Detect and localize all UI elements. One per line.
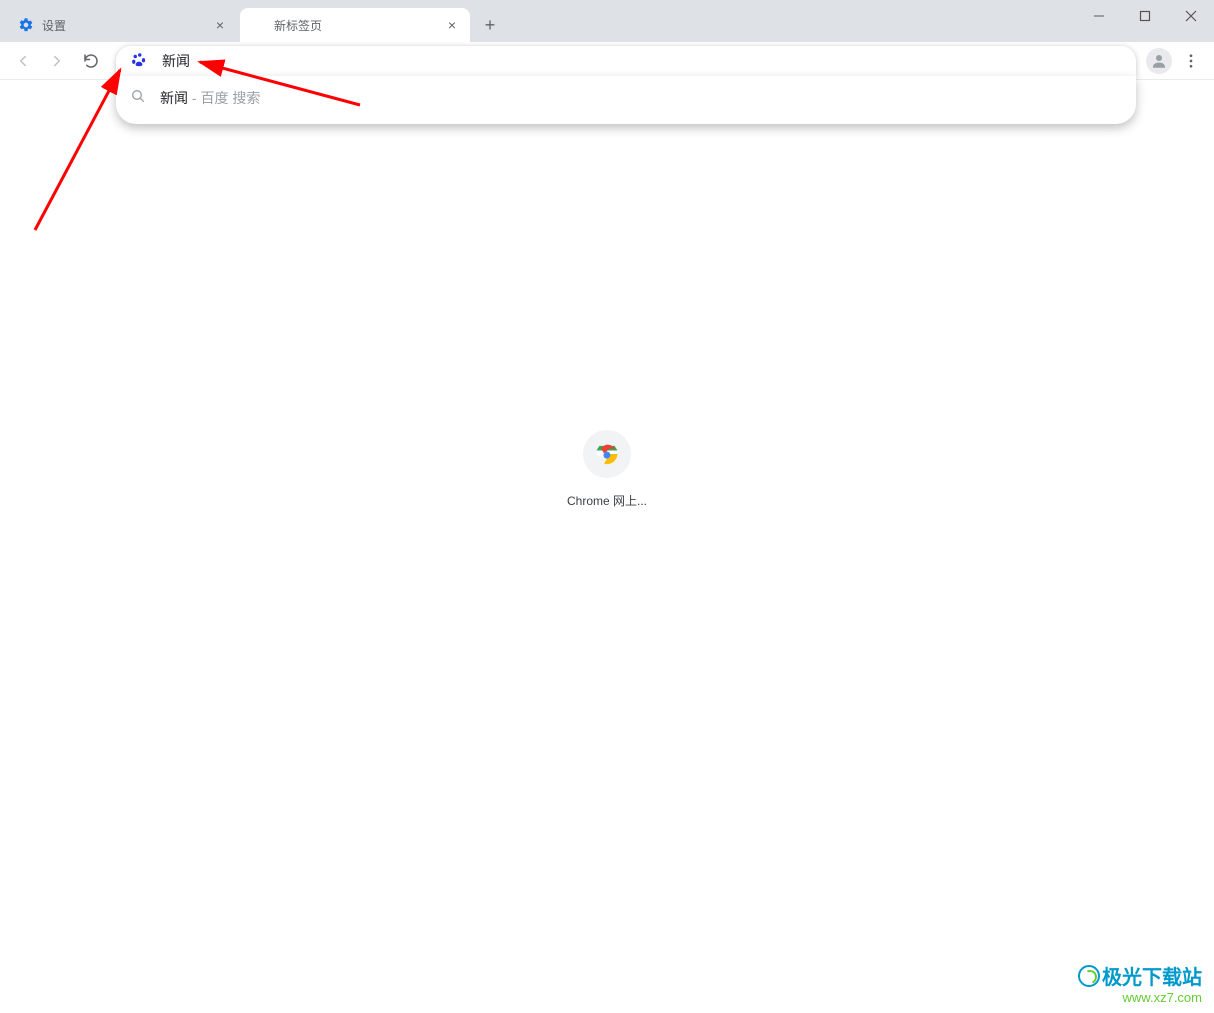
- omnibox[interactable]: [116, 46, 1136, 76]
- page-content: Chrome 网上...: [0, 80, 1214, 1013]
- close-window-button[interactable]: [1168, 0, 1214, 32]
- profile-avatar[interactable]: [1146, 48, 1172, 74]
- reload-button[interactable]: [76, 46, 106, 76]
- toolbar: 新闻 - 百度 搜索: [0, 42, 1214, 80]
- tab-newtab[interactable]: 新标签页 ×: [240, 8, 470, 42]
- maximize-button[interactable]: [1122, 0, 1168, 32]
- omnibox-input[interactable]: [162, 53, 1122, 69]
- tab-title-newtab: 新标签页: [274, 17, 436, 34]
- baidu-paw-icon: [130, 52, 148, 70]
- gear-icon: [18, 17, 34, 33]
- suggestion-dropdown: 新闻 - 百度 搜索: [116, 76, 1136, 124]
- tab-settings[interactable]: 设置 ×: [8, 8, 238, 42]
- minimize-button[interactable]: [1076, 0, 1122, 32]
- blank-tab-icon: [250, 17, 266, 33]
- shortcut-label: Chrome 网上...: [567, 492, 647, 509]
- forward-button[interactable]: [42, 46, 72, 76]
- suggestion-item[interactable]: 新闻 - 百度 搜索: [116, 82, 1136, 114]
- watermark-title: 极光下载站: [1078, 961, 1202, 990]
- watermark-logo-icon: [1078, 965, 1100, 987]
- shortcut-tile[interactable]: Chrome 网上...: [567, 430, 647, 509]
- close-icon[interactable]: ×: [444, 17, 460, 33]
- chrome-store-icon: [583, 430, 631, 478]
- window-controls: [1076, 0, 1214, 32]
- new-tab-button[interactable]: +: [476, 11, 504, 39]
- back-button[interactable]: [8, 46, 38, 76]
- toolbar-right: [1146, 46, 1206, 76]
- kebab-menu-icon[interactable]: [1176, 46, 1206, 76]
- suggestion-extra: - 百度 搜索: [188, 90, 260, 106]
- close-icon[interactable]: ×: [212, 17, 228, 33]
- watermark-url: www.xz7.com: [1078, 990, 1202, 1005]
- titlebar: 设置 × 新标签页 × +: [0, 0, 1214, 42]
- omnibox-wrapper: 新闻 - 百度 搜索: [116, 46, 1136, 76]
- watermark: 极光下载站 www.xz7.com: [1078, 961, 1202, 1005]
- search-icon: [130, 88, 146, 107]
- suggestion-query: 新闻: [160, 90, 188, 106]
- tab-title-settings: 设置: [42, 17, 204, 34]
